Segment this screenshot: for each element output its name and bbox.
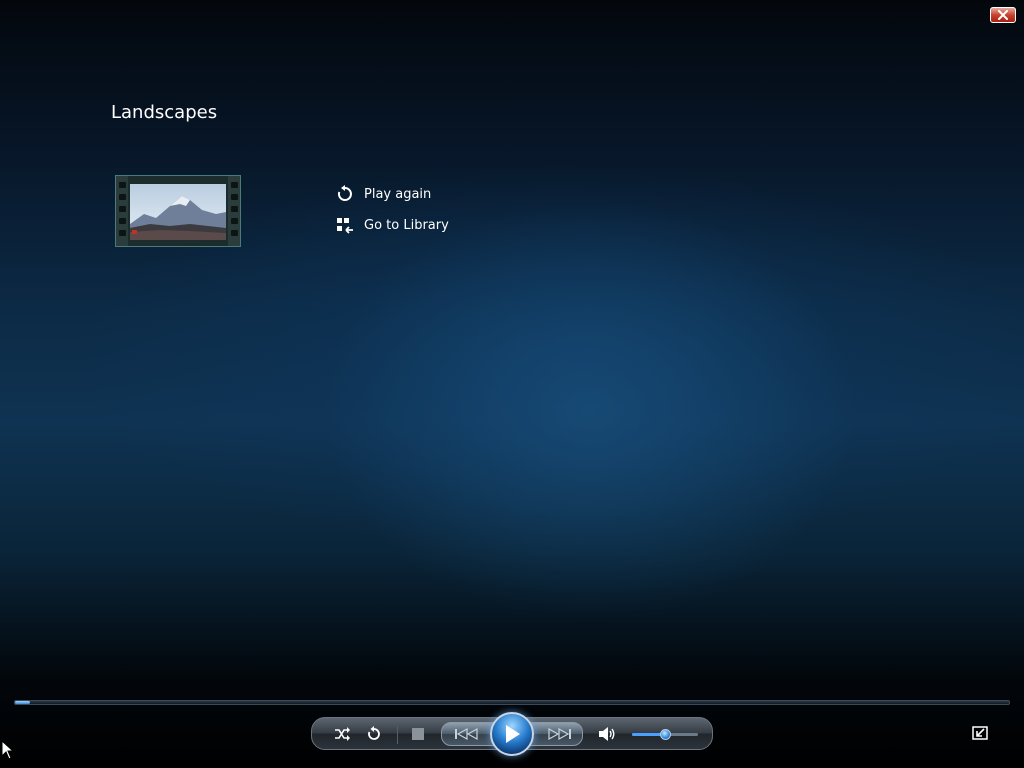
switch-to-library-icon bbox=[972, 726, 988, 740]
shuffle-icon bbox=[335, 727, 350, 741]
play-button[interactable] bbox=[490, 712, 534, 756]
go-to-library-link[interactable]: Go to Library bbox=[336, 215, 449, 235]
next-icon bbox=[548, 728, 571, 740]
seek-progress bbox=[15, 701, 30, 704]
play-again-link[interactable]: Play again bbox=[336, 184, 431, 204]
landscape-image bbox=[130, 184, 226, 240]
repeat-icon bbox=[368, 726, 380, 740]
repeat-button[interactable] bbox=[364, 725, 384, 743]
next-button[interactable] bbox=[544, 726, 574, 742]
mute-button[interactable] bbox=[596, 725, 618, 743]
stop-icon bbox=[412, 728, 424, 740]
library-icon bbox=[337, 218, 353, 234]
switch-to-library-button[interactable] bbox=[971, 725, 989, 741]
film-strip-left bbox=[116, 176, 128, 246]
go-to-library-label: Go to Library bbox=[364, 217, 449, 233]
playlist-title: Landscapes bbox=[111, 102, 218, 123]
volume-slider[interactable] bbox=[632, 729, 698, 740]
previous-button[interactable] bbox=[452, 726, 482, 742]
transport-controls bbox=[311, 712, 713, 756]
film-strip-right bbox=[228, 176, 240, 246]
play-icon bbox=[506, 725, 520, 743]
volume-slider-thumb[interactable] bbox=[660, 729, 671, 740]
play-again-label: Play again bbox=[364, 186, 432, 202]
volume-icon bbox=[599, 727, 615, 741]
stop-button[interactable] bbox=[410, 726, 426, 742]
mouse-cursor-icon bbox=[1, 739, 15, 764]
close-button[interactable] bbox=[990, 7, 1016, 23]
seek-bar[interactable] bbox=[14, 700, 1010, 705]
previous-icon bbox=[455, 728, 478, 740]
replay-icon bbox=[337, 185, 352, 201]
shuffle-button[interactable] bbox=[332, 725, 352, 743]
control-separator bbox=[397, 726, 398, 744]
close-icon bbox=[998, 10, 1008, 20]
video-thumbnail[interactable] bbox=[115, 175, 241, 247]
